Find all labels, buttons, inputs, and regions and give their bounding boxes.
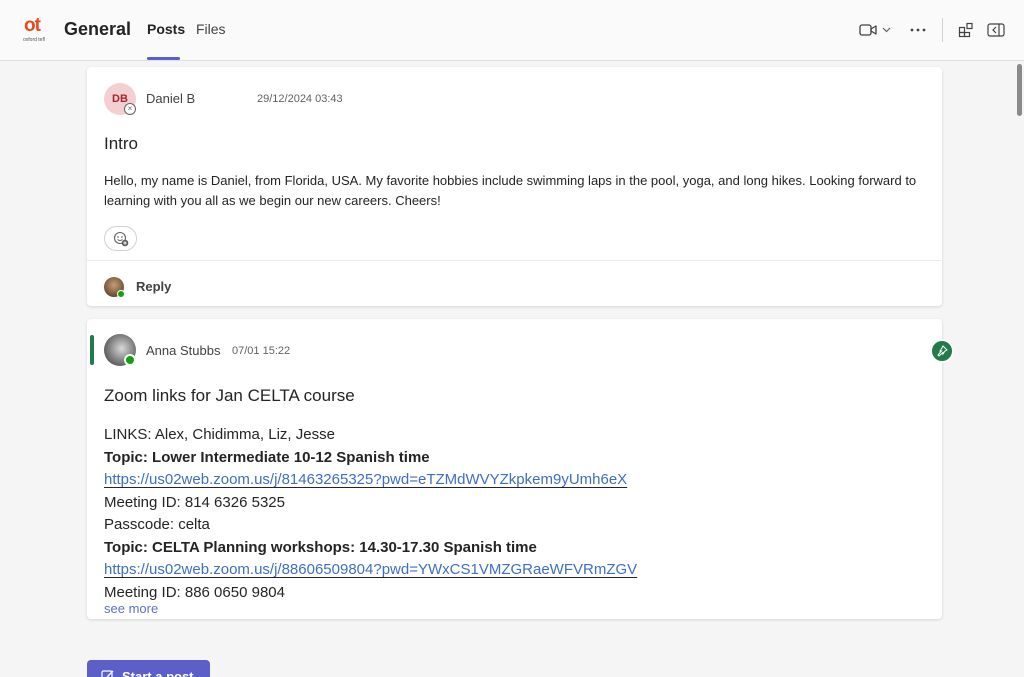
- add-reaction-button[interactable]: [104, 226, 137, 251]
- zoom-link[interactable]: https://us02web.zoom.us/j/81463265325?pw…: [104, 471, 627, 488]
- zoom-link[interactable]: https://us02web.zoom.us/j/88606509804?pw…: [104, 561, 637, 578]
- see-more-link[interactable]: see more: [104, 601, 158, 616]
- channel-title: General: [64, 19, 132, 39]
- apps-icon[interactable]: [956, 20, 976, 40]
- post-title: Zoom links for Jan CELTA course: [104, 386, 355, 405]
- start-post-button[interactable]: Start a post: [87, 660, 210, 677]
- pinned-accent-bar: [90, 335, 94, 365]
- post-card: DB × Daniel B 29/12/2024 03:43 Intro Hel…: [87, 67, 942, 306]
- post-timestamp: 29/12/2024 03:43: [257, 93, 343, 105]
- channel-header: ot oxford tefl General Posts Files: [0, 0, 1024, 61]
- post-line: https://us02web.zoom.us/j/81463265325?pw…: [104, 469, 664, 492]
- post-body: Hello, my name is Daniel, from Florida, …: [104, 173, 917, 208]
- reply-button[interactable]: Reply: [136, 279, 171, 294]
- card-divider: [87, 260, 942, 261]
- post-body: LINKS: Alex, Chidimma, Liz, Jesse Topic:…: [104, 424, 664, 604]
- post-line: Meeting ID: 886 0650 9804: [104, 583, 285, 601]
- more-icon[interactable]: [908, 20, 928, 40]
- post-title: Intro: [104, 134, 139, 153]
- post-line: Passcode: celta: [104, 516, 210, 533]
- post-line: Topic: CELTA Planning workshops: 14.30-1…: [104, 538, 537, 556]
- header-divider: [942, 18, 943, 42]
- emoji-add-icon: [113, 231, 128, 246]
- chevron-down-icon[interactable]: [880, 20, 892, 40]
- post-line: Meeting ID: 814 6326 5325: [104, 493, 285, 511]
- available-status-icon: [117, 290, 125, 298]
- post-author[interactable]: Daniel B: [146, 91, 195, 106]
- compose-icon: [101, 670, 114, 677]
- video-icon[interactable]: [858, 20, 878, 40]
- post-line: https://us02web.zoom.us/j/88606509804?pw…: [104, 559, 664, 582]
- team-logo: ot oxford tefl: [23, 15, 45, 43]
- available-status-icon: [124, 354, 136, 366]
- scrollbar-thumb[interactable]: [1017, 64, 1022, 116]
- post-line: LINKS: Alex, Chidimma, Liz, Jesse: [104, 426, 335, 443]
- post-line: Topic: Lower Intermediate 10-12 Spanish …: [104, 448, 430, 466]
- tab-posts[interactable]: Posts: [147, 21, 185, 37]
- post-card: Anna Stubbs 07/01 15:22 Zoom links for J…: [87, 319, 942, 619]
- post-author[interactable]: Anna Stubbs: [146, 343, 220, 358]
- pin-icon[interactable]: [930, 339, 954, 363]
- active-tab-indicator: [147, 57, 180, 60]
- tab-files[interactable]: Files: [196, 21, 226, 37]
- offline-status-icon: ×: [124, 103, 136, 115]
- start-post-label: Start a post: [122, 668, 194, 677]
- post-timestamp: 07/01 15:22: [232, 345, 291, 357]
- collapse-panel-icon[interactable]: [986, 20, 1006, 40]
